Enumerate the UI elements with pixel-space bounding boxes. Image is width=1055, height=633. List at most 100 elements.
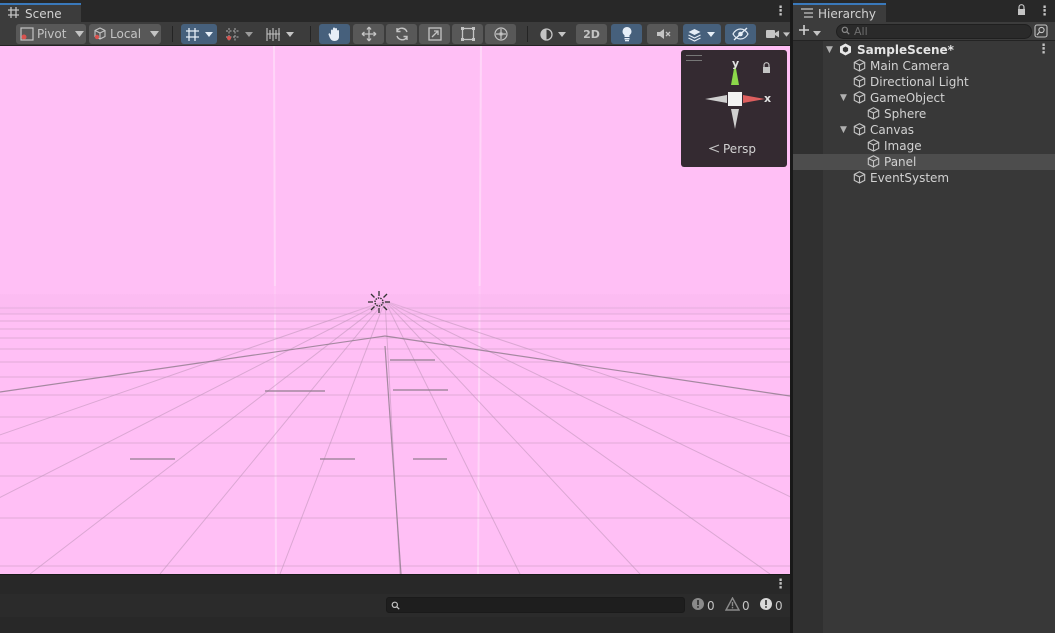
toolbar-separator [527, 26, 528, 42]
hierarchy-item-label: Canvas [870, 123, 915, 137]
hierarchy-item-canvas[interactable]: ▼ Canvas [793, 122, 1055, 138]
create-dropdown[interactable] [798, 24, 821, 39]
hierarchy-item-samplescene[interactable]: ▼ SampleScene* ⋮ [793, 42, 1055, 58]
2d-mode-button[interactable]: 2D [576, 24, 607, 44]
local-label: Local [110, 27, 142, 41]
warnings-toggle[interactable]: 0 [724, 596, 750, 614]
tab-hierarchy[interactable]: Hierarchy [793, 3, 886, 22]
expand-arrow-icon[interactable]: ▼ [840, 93, 847, 103]
chevron-down-icon [783, 31, 790, 37]
gizmo-drag-handle[interactable] [686, 55, 702, 61]
warnings-count: 0 [742, 598, 750, 613]
directional-light-icon[interactable] [366, 289, 392, 318]
gameobject-cube-icon [853, 171, 866, 187]
messages-count: 0 [775, 598, 783, 613]
scene-grid-background [0, 46, 790, 574]
chevron-down-icon [813, 25, 821, 39]
hierarchy-item-label: Directional Light [870, 75, 969, 89]
plus-icon [798, 24, 810, 39]
orientation-gizmo[interactable]: y x Persp [681, 50, 787, 167]
snap-increment-icon [225, 27, 240, 42]
console-body [0, 617, 790, 633]
unity-scene-icon [839, 43, 852, 59]
pivot-dropdown[interactable]: Pivot [16, 24, 86, 44]
hierarchy-more-options-icon[interactable]: ⋮ [1038, 5, 1051, 18]
perspective-icon [708, 142, 720, 156]
hierarchy-item-label: EventSystem [870, 171, 950, 185]
scale-icon [427, 26, 443, 42]
pivot-icon [20, 27, 34, 41]
hierarchy-item-label: SampleScene* [857, 43, 954, 57]
gameobject-cube-icon [867, 155, 880, 171]
move-tool-button[interactable] [353, 24, 384, 44]
grid-ruler-icon [266, 27, 281, 42]
info-icon [759, 597, 773, 614]
gizmo-y-label: y [732, 57, 740, 70]
console-search-input[interactable] [386, 597, 685, 613]
chevron-down-icon [75, 31, 85, 37]
scene-menu-icon[interactable]: ⋮ [1037, 43, 1050, 56]
scene-viewport[interactable] [0, 46, 790, 574]
draw-mode-dropdown[interactable] [535, 24, 572, 44]
local-cube-icon [93, 27, 107, 41]
rect-transform-icon [460, 26, 476, 42]
hierarchy-item-label: Image [884, 139, 922, 153]
hand-icon [327, 26, 343, 42]
hierarchy-search-placeholder: All [854, 25, 868, 38]
hand-tool-button[interactable] [319, 24, 350, 44]
effects-dropdown[interactable] [683, 24, 721, 44]
hierarchy-item-gameobject[interactable]: ▼ GameObject [793, 90, 1055, 106]
errors-toggle[interactable]: 0 [691, 597, 715, 614]
camera-icon [765, 28, 780, 40]
hierarchy-search-input[interactable]: All [836, 24, 1032, 39]
hierarchy-item-eventsystem[interactable]: EventSystem [793, 170, 1055, 186]
hierarchy-item-main-camera[interactable]: Main Camera [793, 58, 1055, 74]
grid-snapping-toggle[interactable] [181, 24, 217, 44]
camera-settings-dropdown[interactable] [760, 24, 790, 44]
scene-tab-label: Scene [25, 6, 62, 21]
grid-visibility-dropdown[interactable] [262, 24, 298, 44]
warning-icon [724, 596, 741, 614]
hierarchy-item-directional-light[interactable]: Directional Light [793, 74, 1055, 90]
eye-hidden-icon [732, 27, 749, 41]
expand-arrow-icon[interactable]: ▼ [826, 45, 833, 55]
transform-tool-button[interactable] [485, 24, 516, 44]
gameobject-cube-icon [867, 139, 880, 155]
scene-more-options-icon[interactable]: ⋮ [774, 5, 787, 18]
lighting-toggle[interactable] [611, 24, 642, 44]
scale-tool-button[interactable] [419, 24, 450, 44]
rotate-tool-button[interactable] [386, 24, 417, 44]
gizmo-x-label: x [764, 92, 772, 105]
hierarchy-item-panel[interactable]: Panel [793, 154, 1055, 170]
console-more-options-icon[interactable]: ⋮ [774, 578, 787, 591]
rect-tool-button[interactable] [452, 24, 483, 44]
tab-scene[interactable]: Scene [0, 3, 81, 22]
rotate-icon [394, 26, 410, 42]
hierarchy-item-image[interactable]: Image [793, 138, 1055, 154]
gameobject-cube-icon [853, 91, 866, 107]
chevron-down-icon [558, 31, 566, 37]
chevron-down-icon [205, 31, 213, 37]
2d-label: 2D [583, 27, 600, 41]
increment-snap-dropdown[interactable] [221, 24, 257, 44]
search-icon [391, 599, 400, 613]
chevron-down-icon [707, 31, 715, 37]
hierarchy-item-sphere[interactable]: Sphere [793, 106, 1055, 122]
console-tab-bar [0, 574, 790, 594]
effects-layers-icon [687, 27, 702, 42]
search-by-type-icon[interactable] [1034, 24, 1048, 41]
lock-icon[interactable] [1017, 4, 1026, 18]
messages-toggle[interactable]: 0 [759, 597, 783, 614]
error-icon [691, 597, 705, 614]
projection-toggle[interactable]: Persp [708, 142, 756, 156]
move-icon [361, 26, 377, 42]
scene-visibility-toggle[interactable] [725, 24, 756, 44]
expand-arrow-icon[interactable]: ▼ [840, 125, 847, 135]
hierarchy-item-label: Panel [884, 155, 917, 169]
local-dropdown[interactable]: Local [89, 24, 161, 44]
speaker-muted-icon [655, 26, 671, 42]
hierarchy-item-label: Sphere [884, 107, 927, 121]
list-icon [801, 7, 813, 21]
audio-toggle[interactable] [647, 24, 678, 44]
chevron-down-icon [245, 31, 253, 37]
